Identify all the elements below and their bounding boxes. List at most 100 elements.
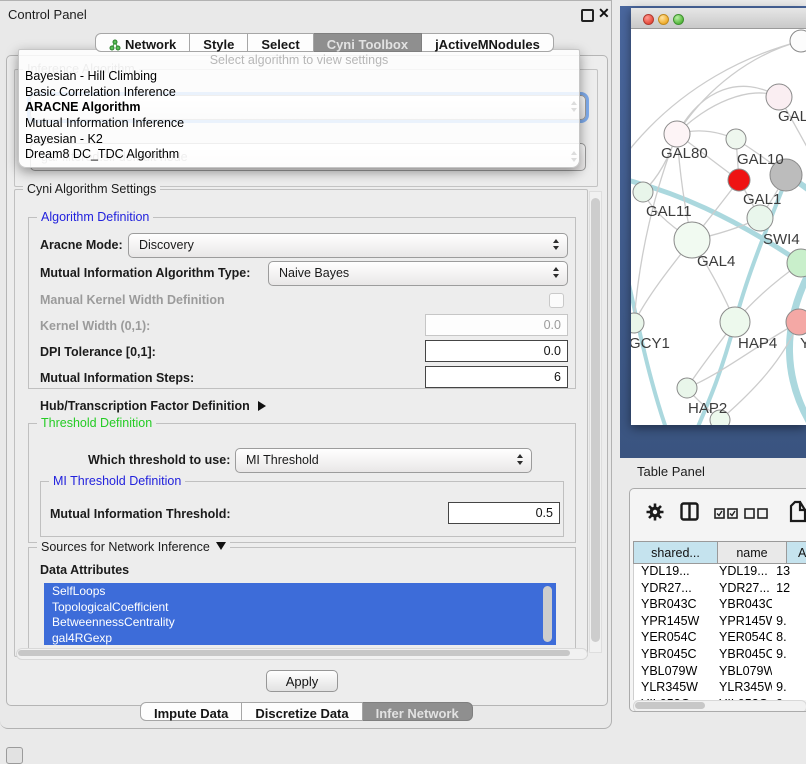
apply-button[interactable]: Apply	[266, 670, 338, 692]
column-header-name[interactable]: name	[718, 541, 787, 564]
tab-infer-network[interactable]: Infer Network	[363, 702, 473, 721]
manual-kernel-checkbox[interactable]	[549, 293, 564, 308]
table-cell[interactable]: YPR145W	[710, 614, 772, 631]
mi-threshold-field[interactable]: 0.5	[448, 502, 560, 524]
network-icon	[109, 39, 121, 54]
table-cell[interactable]: YLR345W	[710, 680, 772, 697]
table-cell[interactable]: 9.	[772, 614, 806, 631]
data-attributes-list[interactable]: SelfLoopsTopologicalCoefficientBetweenne…	[44, 583, 556, 645]
network-node[interactable]	[677, 378, 697, 398]
table-cell[interactable]: YER054C	[634, 630, 710, 647]
tab-network[interactable]: Network	[95, 33, 190, 52]
table-cell[interactable]	[772, 664, 806, 681]
attribute-list-item[interactable]: TopologicalCoefficient	[44, 599, 556, 615]
tab-discretize-data[interactable]: Discretize Data	[242, 702, 362, 721]
column-header-shared-name[interactable]: shared...	[633, 541, 718, 564]
table-cell[interactable]: YDR27...	[634, 581, 710, 598]
table-cell[interactable]: YDL19...	[710, 564, 772, 581]
table-cell[interactable]: YDL19...	[634, 564, 710, 581]
attribute-list-item[interactable]: BetweennessCentrality	[44, 614, 556, 630]
select-all-checkboxes-icon[interactable]	[714, 506, 738, 524]
algorithm-option[interactable]: Basic Correlation Inference	[19, 84, 579, 100]
scrollbar-thumb[interactable]	[635, 702, 705, 709]
tab-select[interactable]: Select	[248, 33, 313, 52]
column-header-cut[interactable]: A	[787, 541, 806, 564]
network-node[interactable]	[766, 84, 792, 110]
algorithm-option[interactable]: Bayesian - Hill Climbing	[19, 68, 579, 84]
tab-impute-data[interactable]: Impute Data	[140, 702, 242, 721]
algorithm-option[interactable]: Mutual Information Inference	[19, 115, 579, 131]
zoom-traffic-light-icon[interactable]	[673, 14, 684, 25]
network-node[interactable]	[790, 30, 806, 52]
table-row[interactable]: YBL079WYBL079W	[634, 664, 806, 681]
algorithm-option[interactable]: Bayesian - K2	[19, 131, 579, 147]
table-cell[interactable]	[772, 597, 806, 614]
which-threshold-combo[interactable]: MI Threshold	[235, 448, 532, 473]
algorithm-option[interactable]: ARACNE Algorithm	[19, 99, 579, 115]
kernel-width-label: Kernel Width (0,1):	[40, 319, 150, 333]
list-scrollbar-thumb[interactable]	[543, 586, 552, 642]
new-table-icon[interactable]	[788, 500, 806, 529]
table-cell[interactable]: YBR045C	[634, 647, 710, 664]
sources-group-label[interactable]: Sources for Network Inference	[37, 540, 230, 554]
close-icon[interactable]: ✕	[598, 5, 610, 22]
table-row[interactable]: YDR27...YDR27...12	[634, 581, 806, 598]
table-cell[interactable]: YBR043C	[710, 597, 772, 614]
table-cell[interactable]: YBL079W	[634, 664, 710, 681]
tab-cyni-toolbox[interactable]: Cyni Toolbox	[314, 33, 422, 52]
table-cell[interactable]: YDR27...	[710, 581, 772, 598]
table-row[interactable]: YBR043CYBR043C	[634, 597, 806, 614]
table-row[interactable]: YBR045CYBR045C9.	[634, 647, 806, 664]
mi-type-combo[interactable]: Naive Bayes	[268, 261, 568, 286]
network-node[interactable]	[728, 169, 750, 191]
table-row[interactable]: YDL19...YDL19...13	[634, 564, 806, 581]
table-cell[interactable]: YPR145W	[634, 614, 710, 631]
settings-horizontal-scrollbar[interactable]	[16, 648, 588, 660]
table-row[interactable]: YER054CYER054C8.	[634, 630, 806, 647]
table-cell[interactable]: 12	[772, 581, 806, 598]
network-edge[interactable]	[634, 134, 677, 323]
mi-type-value: Naive Bayes	[279, 266, 349, 280]
aracne-mode-combo[interactable]: Discovery	[128, 233, 568, 258]
mi-steps-field[interactable]: 6	[425, 366, 568, 388]
network-window-titlebar[interactable]	[631, 8, 806, 29]
network-node[interactable]	[747, 205, 773, 231]
attribute-list-item[interactable]: gal4RGexp	[44, 630, 556, 646]
hub-definition-toggle[interactable]: Hub/Transcription Factor Definition	[40, 399, 266, 413]
network-node[interactable]	[664, 121, 690, 147]
gear-icon[interactable]	[645, 502, 665, 527]
settings-vertical-scrollbar[interactable]	[589, 191, 602, 653]
table-cell[interactable]: YBL079W	[710, 664, 772, 681]
table-cell[interactable]: 9.	[772, 647, 806, 664]
network-canvas[interactable]: GALGAL80GAL10GAL11GAL1SWI4GAL4GCY1HAP4YH…	[631, 29, 806, 425]
table-cell[interactable]: 13	[772, 564, 806, 581]
deselect-all-checkboxes-icon[interactable]	[744, 506, 768, 524]
network-node-label: HAP2	[688, 400, 727, 417]
network-node[interactable]	[633, 182, 653, 202]
dpi-tolerance-field[interactable]: 0.0	[425, 340, 568, 362]
table-cell[interactable]: 9.	[772, 680, 806, 697]
network-node[interactable]	[726, 129, 746, 149]
algorithm-option[interactable]: Dream8 DC_TDC Algorithm	[19, 146, 579, 162]
table-horizontal-scrollbar[interactable]	[633, 700, 806, 712]
table-cell[interactable]: 8.	[772, 630, 806, 647]
tab-jactivemnodules[interactable]: jActiveMNodules	[422, 33, 554, 52]
network-node[interactable]	[720, 307, 750, 337]
close-traffic-light-icon[interactable]	[643, 14, 654, 25]
minimized-panel-button[interactable]	[6, 747, 23, 764]
network-node[interactable]	[631, 313, 644, 333]
table-row[interactable]: YLR345WYLR345W9.	[634, 680, 806, 697]
columns-icon[interactable]	[680, 502, 699, 526]
attribute-list-item[interactable]: SelfLoops	[44, 583, 556, 599]
scrollbar-thumb[interactable]	[591, 198, 600, 642]
table-cell[interactable]: YBR043C	[634, 597, 710, 614]
scrollbar-thumb[interactable]	[18, 650, 570, 656]
minimize-traffic-light-icon[interactable]	[658, 14, 669, 25]
kernel-width-field[interactable]: 0.0	[425, 314, 568, 336]
tab-style[interactable]: Style	[190, 33, 248, 52]
float-window-icon[interactable]	[581, 9, 594, 22]
table-row[interactable]: YPR145WYPR145W9.	[634, 614, 806, 631]
table-cell[interactable]: YLR345W	[634, 680, 710, 697]
table-cell[interactable]: YER054C	[710, 630, 772, 647]
table-cell[interactable]: YBR045C	[710, 647, 772, 664]
